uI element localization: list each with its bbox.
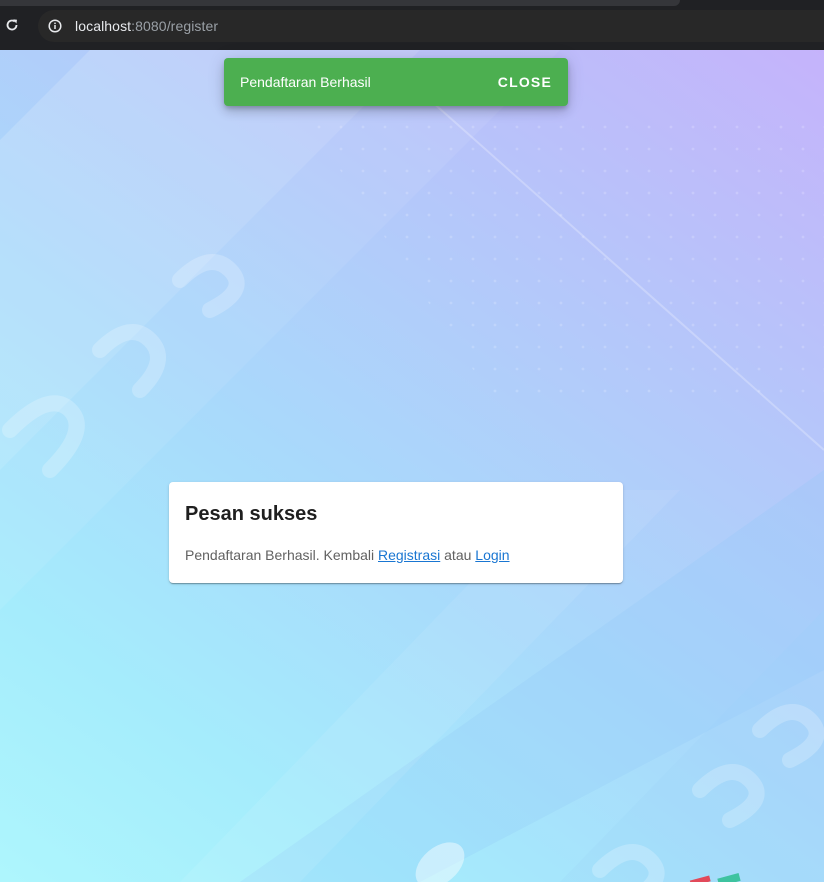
success-message-card: Pesan sukses Pendaftaran Berhasil. Kemba… (169, 482, 623, 583)
card-title: Pesan sukses (185, 503, 318, 525)
tab-strip (0, 0, 680, 6)
login-link[interactable]: Login (475, 547, 509, 563)
card-connector-text: atau (444, 547, 472, 563)
page-background (0, 50, 824, 882)
register-link[interactable]: Registrasi (378, 547, 440, 563)
url-path: :8080/register (131, 18, 219, 34)
card-message-text: Pendaftaran Berhasil. Kembali (185, 547, 375, 563)
browser-toolbar: localhost:8080/register (0, 0, 824, 50)
url-text: localhost:8080/register (75, 18, 218, 34)
address-bar[interactable]: localhost:8080/register (38, 10, 824, 42)
reload-icon[interactable] (2, 15, 22, 35)
snackbar-message: Pendaftaran Berhasil (240, 74, 371, 90)
background-decoration (0, 50, 824, 882)
success-snackbar: Pendaftaran Berhasil CLOSE (224, 58, 568, 106)
card-message: Pendaftaran Berhasil. Kembali Registrasi… (185, 545, 607, 565)
url-host: localhost (75, 18, 132, 34)
info-icon[interactable] (48, 19, 62, 33)
snackbar-close-button[interactable]: CLOSE (490, 66, 560, 98)
